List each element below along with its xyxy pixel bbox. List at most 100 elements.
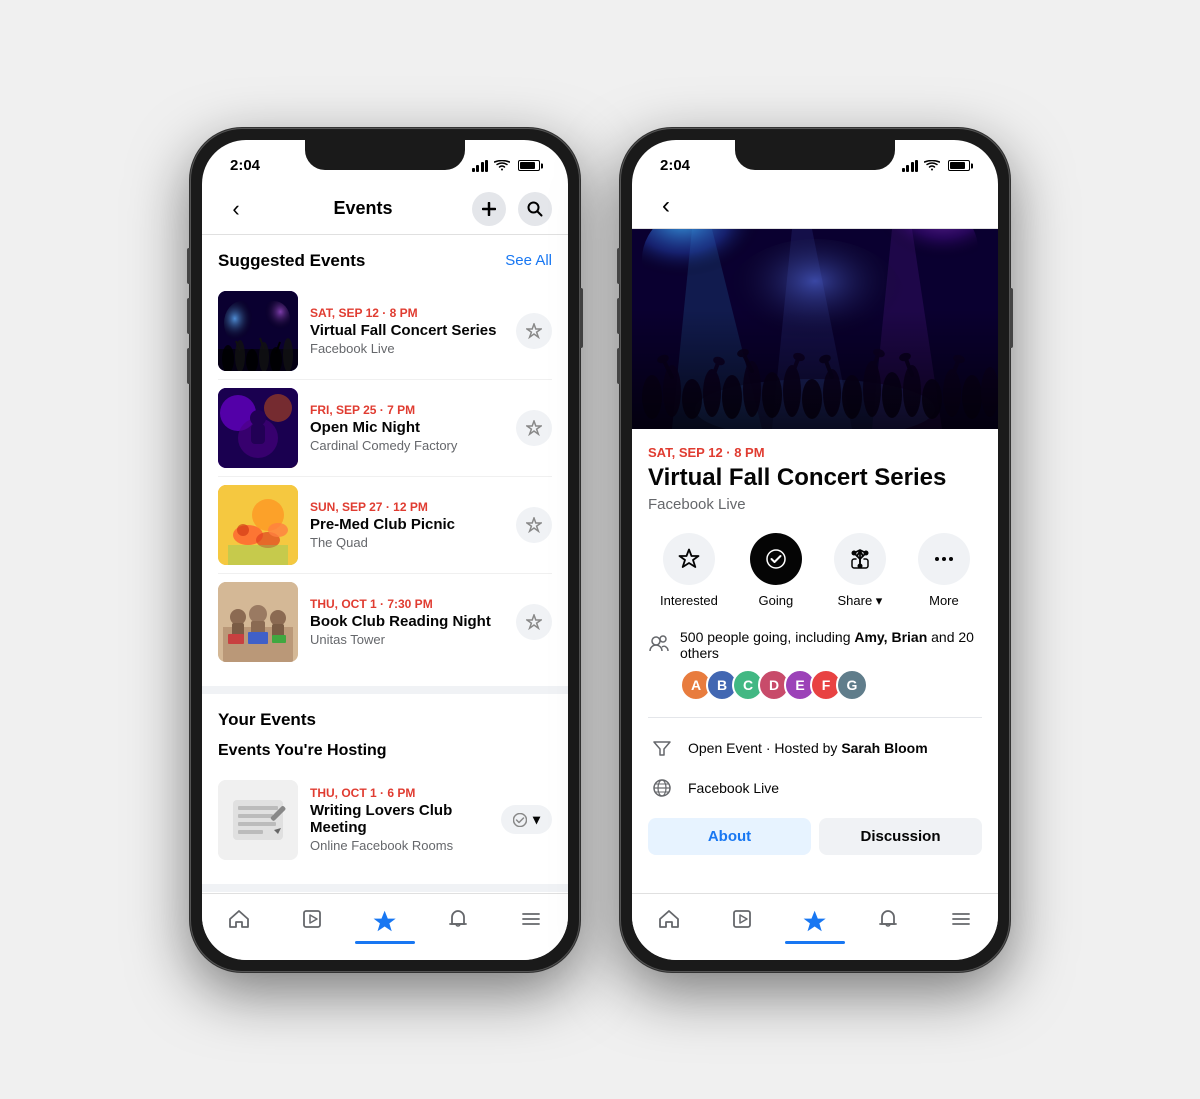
- nav-actions-left: [472, 192, 552, 226]
- event-thumb-hosting: [218, 780, 298, 860]
- wifi-icon-right: [924, 160, 940, 172]
- hosting-event-location: Online Facebook Rooms: [310, 838, 489, 853]
- hosting-event-1[interactable]: THU, OCT 1 · 6 PM Writing Lovers Club Me…: [218, 772, 552, 868]
- nav-watch-right[interactable]: [705, 902, 778, 936]
- home-icon-right: [656, 906, 682, 932]
- detail-scroll: SAT, SEP 12 · 8 PM Virtual Fall Concert …: [632, 229, 998, 893]
- open-event-text: Open Event · Hosted by Sarah Bloom: [688, 740, 928, 756]
- phone-right-inner: 2:04: [632, 140, 998, 960]
- going-badge[interactable]: ▾: [501, 805, 552, 834]
- status-icons-left: [472, 160, 541, 172]
- event-thumb-3: [218, 485, 298, 565]
- event-info-1: SAT, SEP 12 · 8 PM Virtual Fall Concert …: [310, 306, 504, 356]
- event-name-3: Pre-Med Club Picnic: [310, 516, 504, 533]
- more-label: More: [929, 593, 959, 608]
- event-name-1: Virtual Fall Concert Series: [310, 322, 504, 339]
- event-thumb-1: [218, 291, 298, 371]
- status-time-left: 2:04: [230, 157, 260, 174]
- suggested-see-all[interactable]: See All: [505, 252, 552, 269]
- suggested-events-title: Suggested Events: [218, 251, 365, 271]
- nav-watch-left[interactable]: [275, 902, 348, 936]
- tab-about[interactable]: About: [648, 818, 811, 855]
- event-star-2[interactable]: [516, 410, 552, 446]
- nav-home-right[interactable]: [632, 902, 705, 936]
- status-time-right: 2:04: [660, 157, 690, 174]
- signal-icon-right: [902, 160, 919, 172]
- event-info-4: THU, OCT 1 · 7:30 PM Book Club Reading N…: [310, 597, 504, 647]
- your-events-title: Your Events: [218, 710, 552, 730]
- action-buttons: Interested Going: [648, 533, 982, 609]
- event-hero-image: [632, 229, 998, 429]
- nav-events-right[interactable]: [778, 902, 851, 936]
- suggested-event-3[interactable]: SUN, SEP 27 · 12 PM Pre-Med Club Picnic …: [218, 477, 552, 574]
- menu-icon-right: [948, 906, 974, 932]
- globe-icon: [648, 774, 676, 802]
- home-icon-left: [226, 906, 252, 932]
- menu-icon-left: [518, 906, 544, 932]
- going-label: Going: [759, 593, 794, 608]
- event-date-3: SUN, SEP 27 · 12 PM: [310, 500, 504, 514]
- nav-home-left[interactable]: [202, 902, 275, 936]
- interested-circle: [663, 533, 715, 585]
- hosting-event-name: Writing Lovers Club Meeting: [310, 802, 489, 836]
- add-button[interactable]: [472, 192, 506, 226]
- suggested-events-section: Suggested Events See All: [202, 235, 568, 686]
- hosting-event-info: THU, OCT 1 · 6 PM Writing Lovers Club Me…: [310, 786, 489, 853]
- suggested-event-2[interactable]: FRI, SEP 25 · 7 PM Open Mic Night Cardin…: [218, 380, 552, 477]
- events-icon-right: [802, 906, 828, 932]
- going-circle: [750, 533, 802, 585]
- event-detail-content: SAT, SEP 12 · 8 PM Virtual Fall Concert …: [632, 429, 998, 872]
- search-button[interactable]: [518, 192, 552, 226]
- event-info-2: FRI, SEP 25 · 7 PM Open Mic Night Cardin…: [310, 403, 504, 453]
- bottom-nav-left: [202, 893, 568, 960]
- back-button-left[interactable]: ‹: [218, 196, 254, 222]
- attendees-section: 500 people going, including Amy, Brian a…: [648, 629, 982, 718]
- event-location-2: Cardinal Comedy Factory: [310, 438, 504, 453]
- going-action[interactable]: Going: [750, 533, 802, 609]
- event-location-3: The Quad: [310, 535, 504, 550]
- event-name-4: Book Club Reading Night: [310, 613, 504, 630]
- event-star-1[interactable]: [516, 313, 552, 349]
- facebook-live-row: Facebook Live: [648, 774, 982, 802]
- watch-icon-left: [299, 906, 325, 932]
- event-location-1: Facebook Live: [310, 341, 504, 356]
- events-icon-left: [372, 906, 398, 932]
- more-action[interactable]: More: [918, 533, 970, 609]
- event-date-1: SAT, SEP 12 · 8 PM: [310, 306, 504, 320]
- event-date-4: THU, OCT 1 · 7:30 PM: [310, 597, 504, 611]
- bell-icon-left: [445, 906, 471, 932]
- page-title-left: Events: [333, 198, 392, 219]
- bell-icon-right: [875, 906, 901, 932]
- detail-date: SAT, SEP 12 · 8 PM: [648, 445, 982, 460]
- phone-right: 2:04: [620, 128, 1010, 972]
- signal-icon-left: [472, 160, 489, 172]
- open-event-row: Open Event · Hosted by Sarah Bloom: [648, 734, 982, 762]
- nav-events-left[interactable]: [348, 902, 421, 936]
- nav-notifications-left[interactable]: [422, 902, 495, 936]
- event-star-4[interactable]: [516, 604, 552, 640]
- back-button-right[interactable]: ‹: [648, 192, 684, 220]
- detail-title: Virtual Fall Concert Series: [648, 464, 982, 493]
- share-label: Share ▾: [837, 593, 882, 609]
- nav-menu-left[interactable]: [495, 902, 568, 936]
- interested-action[interactable]: Interested: [660, 533, 718, 609]
- detail-venue: Facebook Live: [648, 496, 982, 513]
- event-thumb-2: [218, 388, 298, 468]
- your-events-section: Your Events Events You're Hosting: [202, 694, 568, 884]
- event-star-3[interactable]: [516, 507, 552, 543]
- more-circle: [918, 533, 970, 585]
- suggested-event-4[interactable]: THU, OCT 1 · 7:30 PM Book Club Reading N…: [218, 574, 552, 670]
- share-action[interactable]: Share ▾: [834, 533, 886, 609]
- nav-notifications-right[interactable]: [852, 902, 925, 936]
- watch-icon-right: [729, 906, 755, 932]
- notch-left: [305, 140, 465, 170]
- nav-menu-right[interactable]: [925, 902, 998, 936]
- wifi-icon-left: [494, 160, 510, 172]
- tab-discussion[interactable]: Discussion: [819, 818, 982, 855]
- event-date-2: FRI, SEP 25 · 7 PM: [310, 403, 504, 417]
- detail-tabs: About Discussion: [648, 818, 982, 855]
- attendees-info: 500 people going, including Amy, Brian a…: [680, 629, 982, 701]
- phone-left-inner: 2:04: [202, 140, 568, 960]
- hosting-title: Events You're Hosting: [218, 742, 552, 760]
- suggested-event-1[interactable]: SAT, SEP 12 · 8 PM Virtual Fall Concert …: [218, 283, 552, 380]
